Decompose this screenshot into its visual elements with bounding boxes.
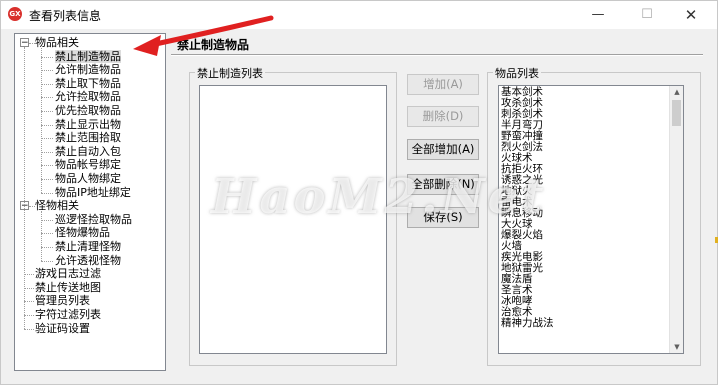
- main-window: GX 查看列表信息 — ☐ ✕ − 物品相关 禁止制造物品 允许制造物品 禁止取下物品允…: [0, 0, 718, 385]
- annotation-arrow: [133, 15, 274, 56]
- arrow-shaft: [148, 15, 274, 48]
- arrow-head-icon: [133, 35, 161, 56]
